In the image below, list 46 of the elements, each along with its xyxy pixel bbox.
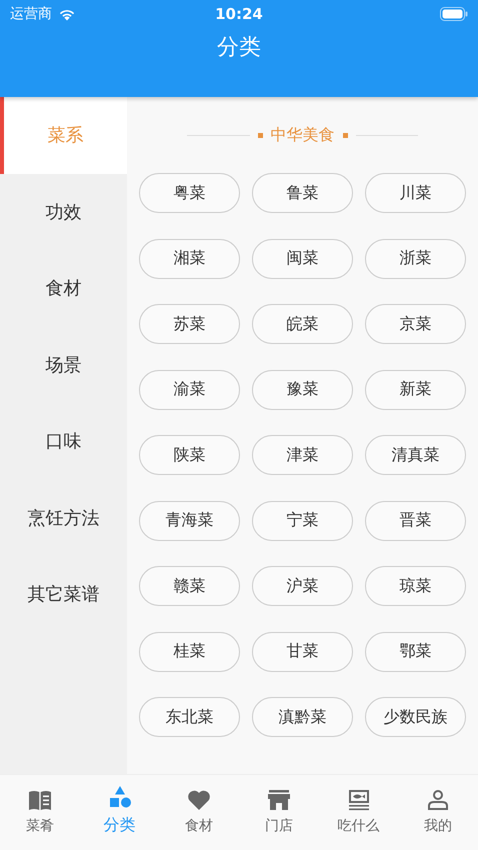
cuisine-tag[interactable]: 川菜 [365,173,466,213]
nav-tab[interactable]: 吃什么 [318,775,398,850]
cuisine-tag[interactable]: 浙菜 [365,238,466,278]
bullet-icon [342,132,348,138]
cuisine-tag[interactable]: 甘菜 [252,632,353,672]
cuisine-tag[interactable]: 皖菜 [252,304,353,344]
cuisine-tag[interactable]: 晋菜 [365,500,466,540]
category-tab[interactable]: 场景 [0,326,127,403]
category-tab[interactable]: 口味 [0,403,127,480]
cuisine-tag[interactable]: 少数民族 [365,697,466,737]
section-title: 中华美食 [270,124,334,146]
cuisine-tag[interactable]: 清真菜 [365,435,466,475]
cuisine-tag[interactable]: 赣菜 [139,566,240,606]
carrier-name: 运营商 [10,5,52,23]
bullet-icon [258,132,262,138]
cuisine-tag[interactable]: 湘菜 [139,238,240,278]
cuisine-tag[interactable]: 琼菜 [365,566,466,606]
category-tab[interactable]: 烹饪方法 [0,480,127,556]
cuisine-tag[interactable]: 豫菜 [252,370,353,410]
nav-tab[interactable]: 菜肴 [0,775,80,850]
cuisine-tag[interactable]: 陕菜 [139,435,240,475]
cuisine-tag[interactable]: 鲁菜 [252,173,353,213]
nav-tab[interactable]: 食材 [159,775,240,850]
cuisine-tag[interactable]: 粤菜 [139,173,240,213]
battery-icon [440,7,468,21]
cuisine-tag[interactable]: 桂菜 [139,632,240,672]
cuisine-tag[interactable]: 苏菜 [139,304,240,344]
nav-tab[interactable]: 门店 [239,775,319,850]
cuisine-tag[interactable]: 津菜 [252,435,353,475]
category-tab[interactable]: 其它菜谱 [0,556,127,632]
cuisine-tag[interactable]: 宁菜 [252,500,353,540]
cuisine-tag[interactable]: 京菜 [365,304,466,344]
cuisine-tag[interactable]: 青海菜 [139,500,240,540]
cuisine-tag[interactable]: 滇黔菜 [252,697,353,737]
clock-time: 10:24 [215,5,263,23]
category-tab[interactable]: 功效 [0,174,127,250]
cuisine-tag[interactable]: 沪菜 [252,566,353,606]
category-tab[interactable]: 食材 [0,250,127,326]
wifi-icon [58,8,76,20]
page-title: 分类 [216,34,262,62]
nav-tab[interactable]: 我的 [398,775,478,850]
cuisine-tag[interactable]: 闽菜 [252,238,353,278]
cuisine-tag[interactable]: 新菜 [365,370,466,410]
cuisine-tag[interactable]: 鄂菜 [365,632,466,672]
cuisine-tag[interactable]: 渝菜 [139,370,240,410]
cuisine-tag[interactable]: 东北菜 [139,697,240,737]
